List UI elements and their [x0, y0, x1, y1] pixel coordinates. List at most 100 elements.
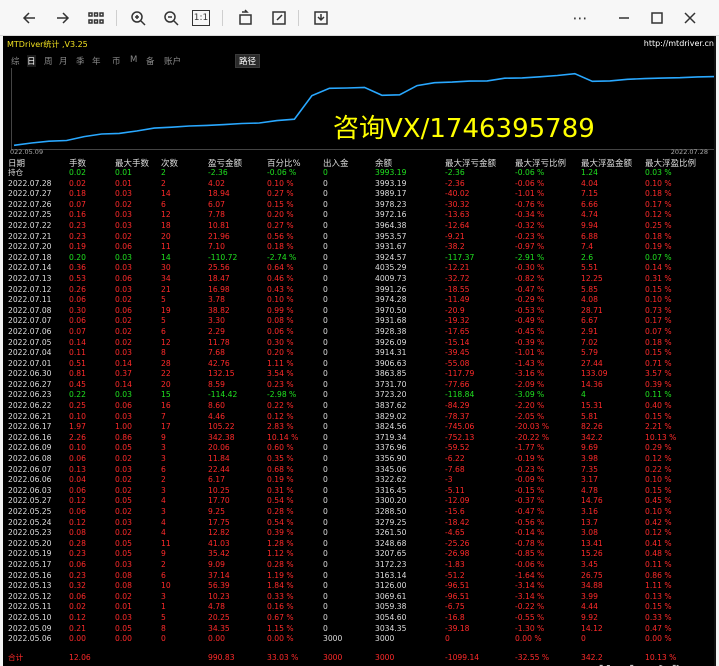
- table-row[interactable]: 2022.07.13 0.53 0.06 34 18.47 0.46 % 0 4009.73 -…: [3, 274, 716, 285]
- forward-icon[interactable]: [50, 6, 74, 30]
- table-row[interactable]: 2022.06.30 0.81 0.37 22 132.15 3.54 % 0 3863.85…: [3, 369, 716, 380]
- maximize-icon[interactable]: [645, 6, 669, 30]
- cell-4: 11.84: [208, 454, 230, 464]
- cell-1: 0.04: [69, 475, 86, 485]
- app-link[interactable]: http://mtdriver.cn: [644, 39, 714, 48]
- cell-4: 6.07: [208, 199, 225, 209]
- table-row[interactable]: 2022.07.27 0.18 0.03 14 18.94 0.27 % 0 3989.17 -…: [3, 189, 716, 200]
- table-row[interactable]: 2022.07.14 0.36 0.03 30 25.56 0.64 % 0 4035.29 -…: [3, 263, 716, 274]
- table-row[interactable]: 2022.07.28 0.02 0.01 2 4.02 0.10 % 0 3993.19 -2.…: [3, 179, 716, 190]
- tab-3[interactable]: 月: [59, 55, 68, 67]
- app-titlebar: MTDriver统计 ,V3.25 http://mtdriver.cn: [3, 36, 716, 52]
- cell-5: 2.83 %: [267, 422, 294, 432]
- cell-6: 3000: [323, 634, 343, 644]
- zoom-out-icon[interactable]: [159, 6, 183, 30]
- table-row[interactable]: 2022.07.21 0.23 0.02 20 21.96 0.56 % 0 3953.57 -…: [3, 232, 716, 243]
- tab-6[interactable]: 币: [112, 55, 121, 67]
- table-row[interactable]: 2022.07.25 0.16 0.03 12 7.78 0.20 % 0 3972.16 -1…: [3, 210, 716, 221]
- cell-6: 0: [323, 517, 328, 527]
- table-row[interactable]: 2022.07.01 0.51 0.14 28 42.76 1.11 % 0 3906.63 -…: [3, 359, 716, 370]
- cell-2: 0.03: [115, 263, 132, 273]
- table-row[interactable]: 2022.06.21 0.10 0.03 7 4.46 0.12 % 0 3829.02 -78…: [3, 412, 716, 423]
- tab-2[interactable]: 周: [44, 55, 53, 67]
- cell-11: 0.14 %: [645, 263, 672, 273]
- more-icon[interactable]: ⋯: [568, 6, 592, 30]
- cell-3: 5: [161, 316, 166, 326]
- table-row[interactable]: 2022.05.27 0.12 0.05 4 17.70 0.54 % 0 3300.20 -1…: [3, 496, 716, 507]
- table-row[interactable]: 2022.07.12 0.26 0.03 21 16.98 0.43 % 0 3991.26 -…: [3, 285, 716, 296]
- cell-8: -51.2: [445, 570, 465, 580]
- table-row[interactable]: 2022.07.26 0.07 0.02 6 6.07 0.15 % 0 3978.23 -30…: [3, 200, 716, 211]
- tab-4[interactable]: 季: [76, 55, 85, 67]
- cell-7: 3172.23: [375, 559, 407, 569]
- table-row[interactable]: 2022.05.12 0.06 0.02 3 10.23 0.33 % 0 3069.61 -9…: [3, 592, 716, 603]
- table-row[interactable]: 2022.05.19 0.23 0.05 9 35.42 1.12 % 0 3207.65 -2…: [3, 549, 716, 560]
- table-row[interactable]: 2022.05.23 0.08 0.02 4 12.82 0.39 % 0 3261.50 -4…: [3, 528, 716, 539]
- table-row[interactable]: 2022.05.06 0.00 0.00 0 0.00 0.00 % 3000 3000 0 0.…: [3, 634, 716, 645]
- cell-2: 0.05: [115, 496, 132, 506]
- scrollbar[interactable]: [714, 36, 716, 666]
- tab-5[interactable]: 年: [92, 55, 101, 67]
- cell-8: -13.63: [445, 210, 470, 220]
- cell-10: 27.44: [581, 358, 603, 368]
- table-row[interactable]: 2022.07.06 0.07 0.02 6 2.29 0.06 % 0 3928.38 -17…: [3, 327, 716, 338]
- rotate-icon[interactable]: [234, 6, 258, 30]
- tab-0[interactable]: 综: [11, 55, 20, 67]
- cell-11: 0.41 %: [645, 538, 672, 548]
- grid-icon[interactable]: [84, 6, 108, 30]
- holding-row[interactable]: 持仓 0.02 0.01 2 -2.36 -0.06 % 0 3993.19 -2.36 -0.0…: [3, 168, 716, 179]
- table-row[interactable]: 2022.07.08 0.30 0.06 19 38.82 0.99 % 0 3970.50 -…: [3, 306, 716, 317]
- table-row[interactable]: 2022.05.16 0.23 0.08 6 37.14 1.19 % 0 3163.14 -5…: [3, 571, 716, 582]
- tab-1[interactable]: 日: [27, 55, 36, 67]
- table-row[interactable]: 2022.05.11 0.02 0.01 1 4.78 0.16 % 0 3059.38 -6.…: [3, 602, 716, 613]
- tab-9[interactable]: 账户: [164, 55, 181, 67]
- cell-0: 2022.07.13: [8, 273, 52, 283]
- table-row[interactable]: 2022.06.08 0.06 0.02 3 11.84 0.35 % 0 3356.90 -6…: [3, 454, 716, 465]
- table-row[interactable]: 2022.06.03 0.06 0.02 3 10.25 0.31 % 0 3316.45 -5…: [3, 486, 716, 497]
- table-row[interactable]: 2022.07.22 0.23 0.03 18 10.81 0.27 % 0 3964.38 -…: [3, 221, 716, 232]
- path-button[interactable]: 路径: [235, 54, 261, 68]
- table-row[interactable]: 2022.05.24 0.12 0.03 4 17.75 0.54 % 0 3279.25 -1…: [3, 518, 716, 529]
- tab-7[interactable]: M: [130, 55, 137, 65]
- edit-icon[interactable]: [267, 6, 291, 30]
- cell-7: 3926.09: [375, 337, 407, 347]
- table-row[interactable]: 2022.06.06 0.04 0.02 2 6.17 0.19 % 0 3322.62 -3 -…: [3, 475, 716, 486]
- table-row[interactable]: 2022.05.10 0.12 0.03 5 20.25 0.67 % 0 3054.60 -1…: [3, 613, 716, 624]
- cell-7: 3991.26: [375, 284, 407, 294]
- cell-1: 0.08: [69, 528, 86, 538]
- cell-7: 3931.68: [375, 316, 407, 326]
- table-row[interactable]: 2022.06.17 1.97 1.00 17 105.22 2.83 % 0 3824.56…: [3, 422, 716, 433]
- table-row[interactable]: 2022.07.04 0.11 0.03 8 7.68 0.20 % 0 3914.31 -39…: [3, 348, 716, 359]
- cell-10: 15.26: [581, 549, 603, 559]
- back-icon[interactable]: [18, 6, 42, 30]
- tab-8[interactable]: 备: [146, 55, 155, 67]
- zoom-in-icon[interactable]: [126, 6, 150, 30]
- table-row[interactable]: 2022.06.07 0.13 0.03 6 22.44 0.68 % 0 3345.06 -7…: [3, 465, 716, 476]
- fit-icon[interactable]: 1:1: [192, 10, 210, 26]
- cell-10: 14.12: [581, 623, 603, 633]
- table-row[interactable]: 2022.05.25 0.06 0.02 3 9.25 0.28 % 0 3288.50 -15…: [3, 507, 716, 518]
- save-icon[interactable]: [309, 6, 333, 30]
- cell-10: 14.76: [581, 496, 603, 506]
- table-row[interactable]: 2022.05.20 0.28 0.05 11 41.03 1.28 % 0 3248.68 -…: [3, 539, 716, 550]
- table-row[interactable]: 2022.05.09 0.21 0.05 8 34.35 1.15 % 0 3034.35 -3…: [3, 624, 716, 635]
- cell-10: 3.16: [581, 507, 598, 516]
- table-row[interactable]: 2022.06.22 0.25 0.06 16 8.60 0.22 % 0 3837.62 -8…: [3, 401, 716, 412]
- table-row[interactable]: 2022.07.11 0.06 0.02 5 3.78 0.10 % 0 3974.28 -11…: [3, 295, 716, 306]
- cell-3: 2: [161, 178, 166, 188]
- close-icon[interactable]: [678, 6, 702, 30]
- cell-7: 3993.19: [375, 168, 407, 177]
- table-row[interactable]: 2022.05.17 0.06 0.03 2 9.09 0.28 % 0 3172.23 -1.…: [3, 560, 716, 571]
- table-row[interactable]: 2022.07.20 0.19 0.06 11 7.10 0.18 % 0 3931.67 -3…: [3, 242, 716, 253]
- table-row[interactable]: 2022.06.23 0.22 0.03 15 -114.42 -2.98 % 0 3723.…: [3, 390, 716, 401]
- table-row[interactable]: 2022.06.16 2.26 0.86 9 342.38 10.14 % 0 3719.34…: [3, 433, 716, 444]
- table-row[interactable]: 2022.06.09 0.10 0.05 3 20.06 0.60 % 0 3376.96 -5…: [3, 443, 716, 454]
- table-row[interactable]: 2022.07.07 0.06 0.02 5 3.30 0.08 % 0 3931.68 -19…: [3, 316, 716, 327]
- cell-7: 3316.45: [375, 485, 407, 495]
- cell-3: 8: [161, 348, 166, 358]
- table-row[interactable]: 2022.06.27 0.45 0.14 20 8.59 0.23 % 0 3731.70 -7…: [3, 380, 716, 391]
- table-row[interactable]: 2022.07.18 0.20 0.03 14 -110.72 -2.74 % 0 3924.…: [3, 253, 716, 264]
- table-row[interactable]: 2022.05.13 0.32 0.08 10 56.39 1.84 % 0 3126.00 -…: [3, 581, 716, 592]
- table-row[interactable]: 2022.07.05 0.14 0.02 12 11.78 0.30 % 0 3926.09 -…: [3, 338, 716, 349]
- minimize-icon[interactable]: [612, 6, 636, 30]
